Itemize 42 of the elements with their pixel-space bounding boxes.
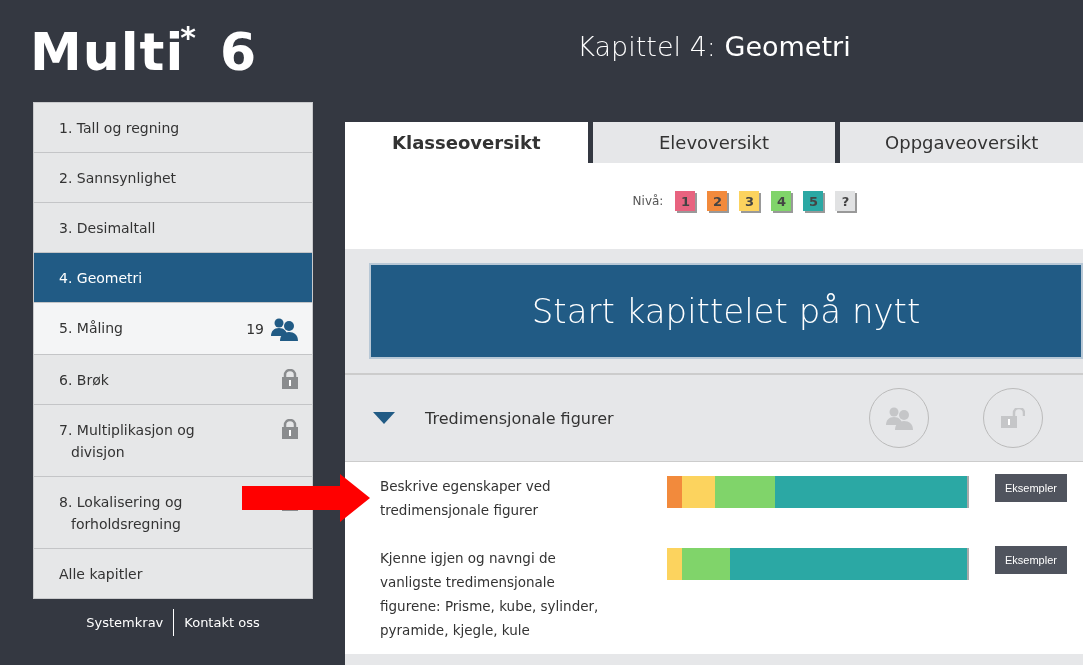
chapter-item[interactable]: 2. Sannsynlighet: [34, 153, 312, 203]
padlock-icon: [282, 369, 298, 389]
chapter-label: 2. Sannsynlighet: [59, 169, 177, 188]
chapter-title: Kapittel 4: Geometri: [577, 30, 851, 62]
chapter-item[interactable]: Alle kapitler: [34, 549, 312, 598]
restart-button[interactable]: Start kapittelet på nytt: [369, 263, 1083, 359]
chapter-label: 7. Multiplikasjon og divisjon: [59, 421, 196, 462]
chapter-item[interactable]: 7. Multiplikasjon og divisjon: [34, 405, 312, 477]
chapter-item[interactable]: 1. Tall og regning: [34, 103, 312, 153]
examples-button[interactable]: Eksempler: [995, 546, 1067, 574]
chapter-label: Alle kapitler: [59, 565, 143, 584]
level-chip: 2: [707, 191, 728, 211]
section-title: Tredimensjonale figurer: [425, 408, 614, 428]
students-icon: [270, 317, 298, 341]
level-chip: 3: [739, 191, 760, 211]
logo: Multi$^{*}$ 6: [30, 20, 258, 82]
footer-link[interactable]: Kontakt oss: [173, 609, 270, 636]
level-label: Nivå:: [632, 194, 664, 208]
chapter-label: 3. Desimaltall: [59, 219, 156, 238]
goal-text: Beskrive egenskaper ved tredimensjonale figurer: [380, 477, 552, 520]
examples-button[interactable]: Eksempler: [995, 474, 1067, 502]
level-chip: 4: [771, 191, 792, 211]
chapter-label: 8. Lokalisering og forholdsregning: [59, 493, 184, 534]
chapter-item[interactable]: 5. Måling 19: [34, 303, 312, 355]
padlock-icon: [282, 419, 298, 439]
group-icon: [885, 406, 913, 430]
chapter-label: 1. Tall og regning: [59, 119, 180, 138]
tab[interactable]: Elevoversikt: [587, 122, 836, 163]
level-chip: 5: [803, 191, 824, 211]
chapter-item[interactable]: 6. Brøk: [34, 355, 312, 405]
level-chip: ?: [835, 191, 856, 211]
tab[interactable]: Oppgaveoversikt: [835, 122, 1083, 163]
chapter-label: 6. Brøk: [59, 371, 109, 390]
student-count: 19: [246, 320, 264, 339]
goal-text: Kjenne igjen og navngi de vanligste tredimensjonale figurene: Prisme, kube, sylinder, pyramide, kjegle, kule: [380, 549, 600, 640]
unlocked-padlock-icon: [1001, 408, 1025, 428]
footer-link[interactable]: Systemkrav: [76, 609, 174, 636]
chapter-item[interactable]: 4. Geometri: [34, 253, 312, 303]
level-chip: 1: [675, 191, 696, 211]
collapse-triangle-icon[interactable]: [373, 412, 395, 424]
chapter-label: 5. Måling: [59, 319, 123, 338]
chapter-label: 4. Geometri: [59, 269, 143, 288]
